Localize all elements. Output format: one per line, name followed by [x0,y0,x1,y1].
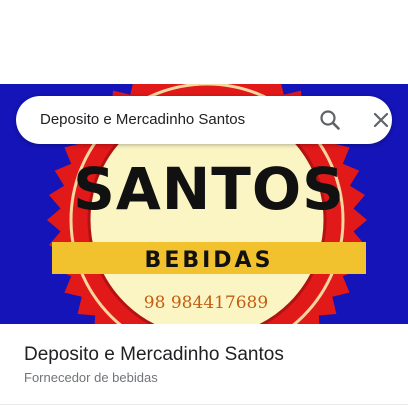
divider [0,404,408,405]
logo-phone: 98 984417689 [144,293,268,313]
place-category[interactable]: Fornecedor de bebidas [24,369,284,387]
logo-banner-text: BEBIDAS [145,248,274,273]
search-icon[interactable] [316,106,344,134]
search-bar[interactable]: Deposito e Mercadinho Santos [16,96,392,144]
search-input[interactable]: Deposito e Mercadinho Santos [40,110,245,130]
place-header: Deposito e Mercadinho Santos Fornecedor … [24,343,284,387]
close-icon[interactable] [367,106,395,134]
place-name: Deposito e Mercadinho Santos [24,344,284,365]
logo-title: SANTOS [73,155,345,223]
